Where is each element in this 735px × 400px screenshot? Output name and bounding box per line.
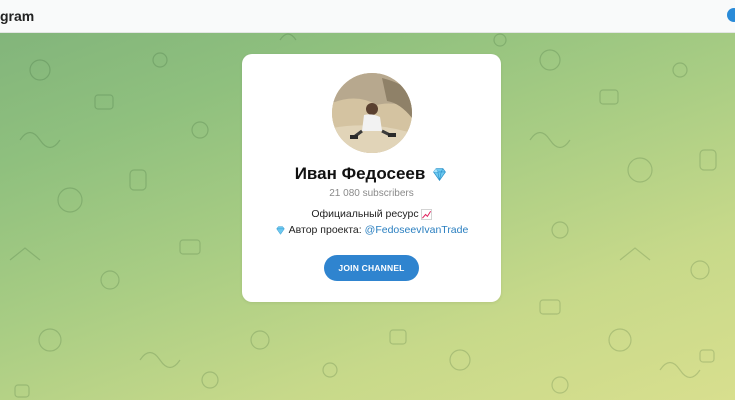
- channel-title-row: Иван Федосеев: [242, 162, 501, 186]
- page: gram Иван Федосеев 21 080 subscribers Оф…: [0, 0, 735, 400]
- channel-name: Иван Федосеев: [294, 164, 426, 183]
- channel-description-line1: Официальный ресурс: [242, 208, 501, 220]
- author-link[interactable]: @FedoseevIvanTrade: [365, 224, 469, 236]
- author-prefix: Автор проекта:: [288, 224, 362, 236]
- subscriber-count: 21 080 subscribers: [329, 188, 414, 199]
- telegram-logo-icon[interactable]: [727, 8, 735, 22]
- channel-avatar: [332, 73, 412, 153]
- diamond-icon: [433, 167, 447, 181]
- top-bar: gram: [0, 0, 735, 33]
- channel-description-line2: Автор проекта: @FedoseevIvanTrade: [242, 224, 501, 236]
- channel-card: Иван Федосеев 21 080 subscribers Официал…: [242, 54, 501, 302]
- description-text: Официальный ресурс: [311, 208, 419, 220]
- app-title: gram: [0, 8, 35, 24]
- chart-increasing-icon: [420, 208, 432, 220]
- diamond-icon: [276, 225, 285, 235]
- join-channel-button[interactable]: JOIN CHANNEL: [324, 255, 419, 281]
